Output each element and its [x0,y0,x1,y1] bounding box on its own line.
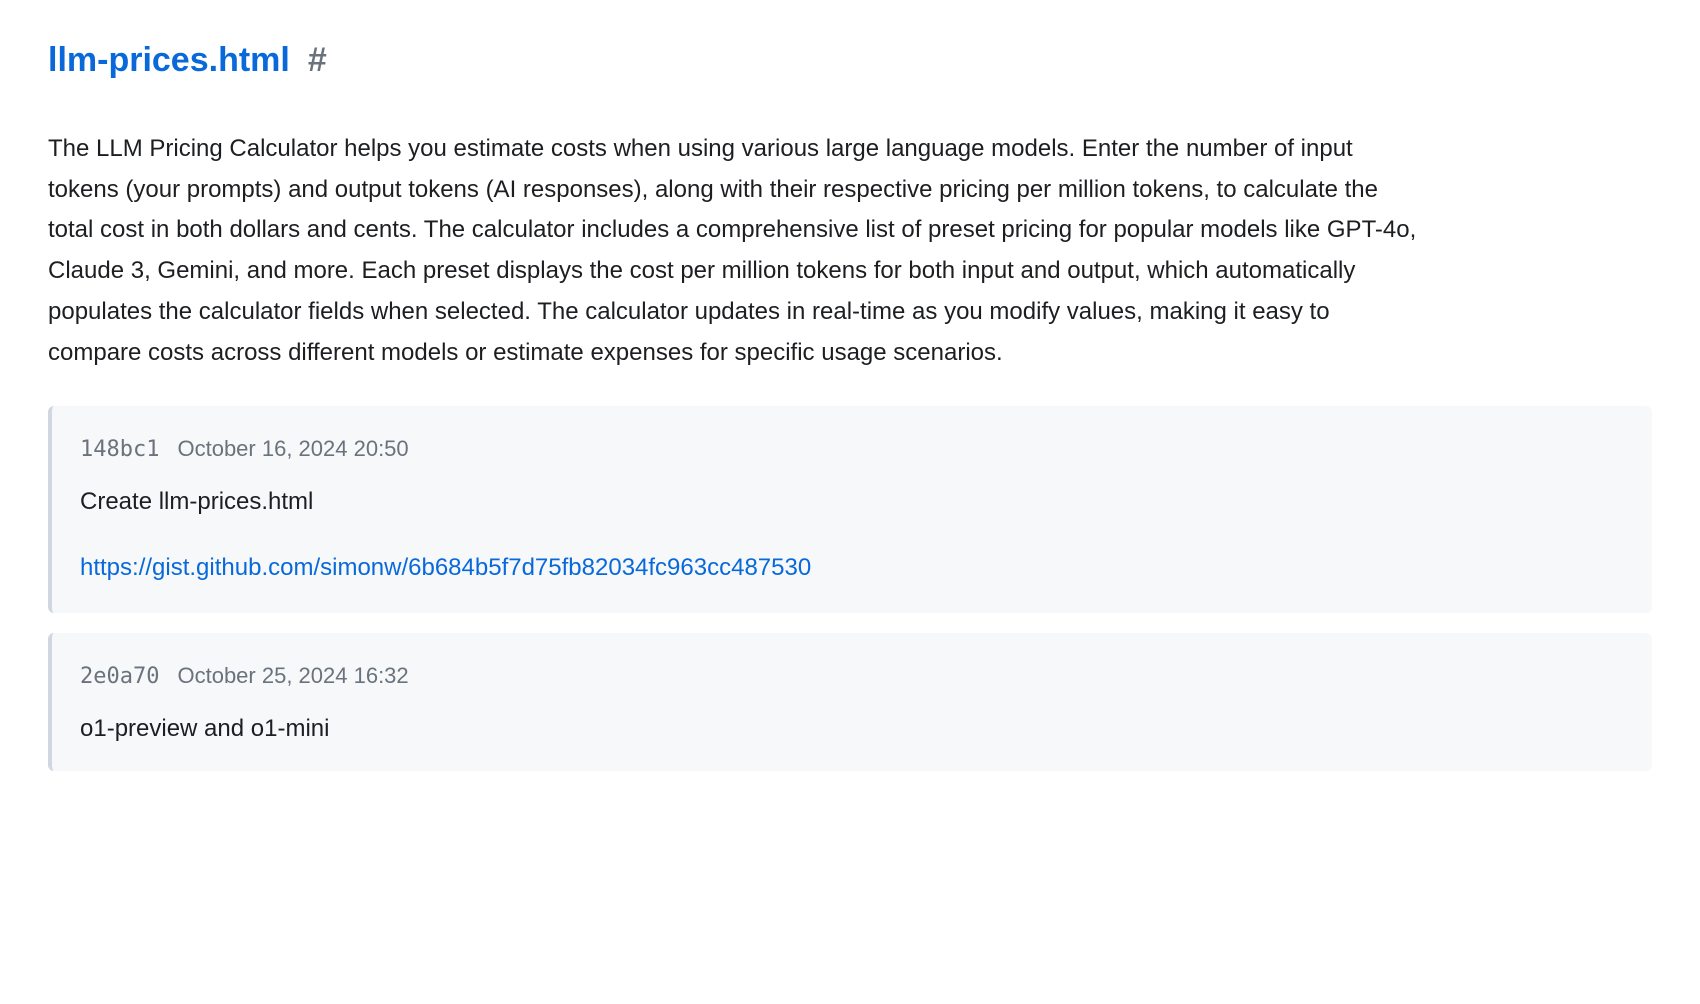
commit-header: 148bc1 October 16, 2024 20:50 [80,430,1624,468]
commit-date: October 16, 2024 20:50 [177,430,408,467]
page-description: The LLM Pricing Calculator helps you est… [48,129,1428,374]
page-title-link[interactable]: llm-prices.html [48,40,290,81]
commit-message: o1-preview and o1-mini [80,711,1624,747]
commit-date: October 25, 2024 16:32 [177,657,408,694]
commit-message: Create llm-prices.html [80,484,1624,520]
commit-card: 148bc1 October 16, 2024 20:50 Create llm… [48,406,1652,613]
anchor-hash-icon[interactable]: # [308,40,327,81]
commit-header: 2e0a70 October 25, 2024 16:32 [80,657,1624,695]
commit-card: 2e0a70 October 25, 2024 16:32 o1-preview… [48,633,1652,771]
commit-link[interactable]: https://gist.github.com/simonw/6b684b5f7… [80,548,1624,589]
title-row: llm-prices.html # [48,40,1652,81]
commit-hash[interactable]: 148bc1 [80,431,159,468]
commit-hash[interactable]: 2e0a70 [80,658,159,695]
